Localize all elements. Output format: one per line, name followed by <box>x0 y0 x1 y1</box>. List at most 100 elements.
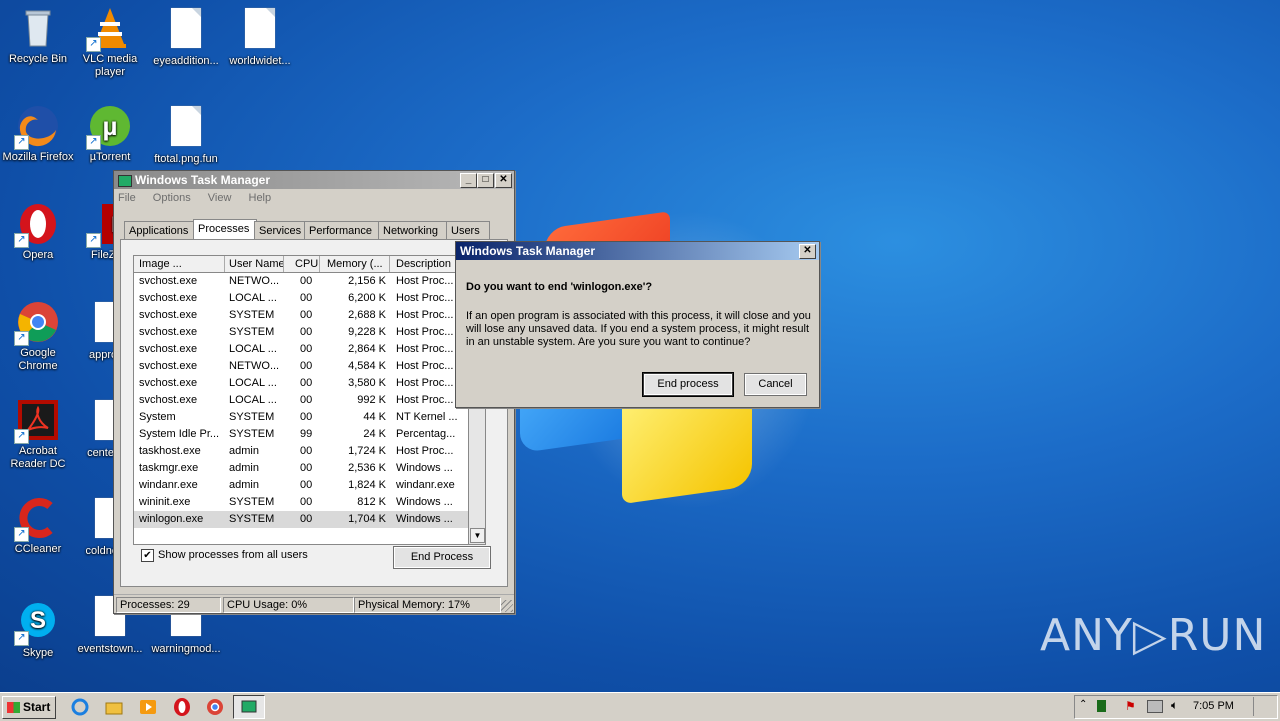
table-row[interactable]: svchost.exe SYSTEM 00 2,688 K Host Proc... <box>134 307 468 324</box>
table-row[interactable]: svchost.exe LOCAL ... 00 992 K Host Proc... <box>134 392 468 409</box>
task-manager-taskbar-button[interactable] <box>233 695 265 719</box>
desktop-icon-eyeaddition[interactable]: eyeaddition... <box>148 6 224 68</box>
dialog-close-icon[interactable]: ✕ <box>799 244 816 259</box>
start-label: Start <box>23 700 51 714</box>
column-memory[interactable]: Memory (... <box>322 256 390 272</box>
table-row[interactable]: svchost.exe NETWO... 00 2,156 K Host Proc... <box>134 273 468 290</box>
desktop-icon-ftotal[interactable]: ftotal.png.fun <box>148 104 224 166</box>
cell-desc: Host Proc... <box>396 275 454 287</box>
menu-file[interactable]: File <box>118 192 136 204</box>
tab-users[interactable]: Users <box>446 221 490 240</box>
status-memory: Physical Memory: 17% <box>354 597 501 613</box>
cell-mem: 2,156 K <box>348 275 386 287</box>
svg-text:µ: µ <box>103 111 118 141</box>
opera-icon: ↗ <box>14 202 60 248</box>
table-row[interactable]: taskmgr.exe admin 00 2,536 K Windows ... <box>134 460 468 477</box>
desktop-icon-label: Mozilla Firefox <box>2 151 74 163</box>
desktop-icon-skype[interactable]: S ↗ Skype <box>0 600 76 660</box>
desktop-icon-label: warningmod... <box>151 643 221 655</box>
menu-help[interactable]: Help <box>249 192 272 204</box>
cell-user: SYSTEM <box>229 496 275 508</box>
explorer-folder-icon[interactable] <box>104 697 124 717</box>
ccleaner-icon: ↗ <box>14 496 60 542</box>
tab-performance[interactable]: Performance <box>304 221 381 240</box>
table-row[interactable]: winlogon.exe SYSTEM 00 1,704 K Windows ... <box>134 511 468 528</box>
chrome-icon: ↗ <box>14 300 60 346</box>
tab-processes[interactable]: Processes <box>193 219 257 240</box>
dialog-titlebar[interactable]: Windows Task Manager ✕ <box>456 242 819 260</box>
minimize-button[interactable]: _ <box>460 173 477 188</box>
tab-services[interactable]: Services <box>254 221 308 240</box>
cell-desc: Host Proc... <box>396 377 454 389</box>
tab-networking[interactable]: Networking <box>378 221 448 240</box>
table-row[interactable]: svchost.exe NETWO... 00 4,584 K Host Proc... <box>134 358 468 375</box>
table-row[interactable]: wininit.exe SYSTEM 00 812 K Windows ... <box>134 494 468 511</box>
table-row[interactable]: System Idle Pr... SYSTEM 99 24 K Percentag..… <box>134 426 468 443</box>
column-user-name[interactable]: User Name <box>224 256 284 272</box>
cell-image: svchost.exe <box>139 309 198 321</box>
column-cpu[interactable]: CPU <box>290 256 320 272</box>
close-button[interactable]: ✕ <box>495 173 512 188</box>
cell-mem: 2,864 K <box>348 343 386 355</box>
desktop-icon-vlc[interactable]: ↗ VLC media player <box>72 6 148 79</box>
action-center-flag-icon[interactable]: ⚑ <box>1125 699 1136 713</box>
desktop-icon-firefox[interactable]: ↗ Mozilla Firefox <box>0 104 76 164</box>
ie-icon[interactable] <box>70 697 90 717</box>
desktop-icon-recycle-bin[interactable]: Recycle Bin <box>0 6 76 66</box>
cell-image: svchost.exe <box>139 326 198 338</box>
desktop-icon-ccleaner[interactable]: ↗ CCleaner <box>0 496 76 556</box>
table-row[interactable]: svchost.exe SYSTEM 00 9,228 K Host Proc... <box>134 324 468 341</box>
show-hidden-icons-icon[interactable]: ⌃ <box>1079 699 1087 710</box>
table-row[interactable]: taskhost.exe admin 00 1,724 K Host Proc... <box>134 443 468 460</box>
cell-mem: 44 K <box>363 411 386 423</box>
show-all-users-checkbox[interactable]: ✔ <box>141 549 154 562</box>
cancel-button[interactable]: Cancel <box>744 373 807 396</box>
desktop-icon-worldwidet[interactable]: worldwidet... <box>222 6 298 68</box>
opera-taskbar-icon[interactable] <box>172 697 192 717</box>
cell-cpu: 00 <box>300 292 313 304</box>
menu-view[interactable]: View <box>208 192 232 204</box>
volume-icon[interactable]: 🔈︎ <box>1171 698 1178 713</box>
scroll-down-arrow-icon[interactable]: ▼ <box>470 528 485 543</box>
cell-image: svchost.exe <box>139 275 198 287</box>
show-desktop-button[interactable] <box>1253 697 1274 716</box>
chrome-taskbar-icon[interactable] <box>205 697 225 717</box>
menu-options[interactable]: Options <box>153 192 191 204</box>
column-image-name[interactable]: Image ... <box>134 256 225 272</box>
process-list[interactable]: Image ... User Name CPU Memory (... Desc… <box>133 255 469 545</box>
cell-mem: 1,704 K <box>348 513 386 525</box>
desktop-icon-chrome[interactable]: ↗ Google Chrome <box>0 300 76 373</box>
table-row[interactable]: svchost.exe LOCAL ... 00 3,580 K Host Proc..… <box>134 375 468 392</box>
desktop-icon-utorrent[interactable]: µ ↗ µTorrent <box>72 104 148 164</box>
table-row[interactable]: windanr.exe admin 00 1,824 K windanr.exe <box>134 477 468 494</box>
table-row[interactable]: System SYSTEM 00 44 K NT Kernel ... <box>134 409 468 426</box>
cell-desc: Host Proc... <box>396 445 454 457</box>
maximize-button[interactable]: □ <box>477 173 494 188</box>
media-player-icon[interactable] <box>138 697 158 717</box>
network-icon[interactable] <box>1147 700 1163 713</box>
cell-cpu: 00 <box>300 394 313 406</box>
desktop-icon-acrobat[interactable]: ↗ Acrobat Reader DC <box>0 398 76 471</box>
document-icon <box>171 106 201 146</box>
cell-user: SYSTEM <box>229 326 275 338</box>
table-row[interactable]: svchost.exe LOCAL ... 00 2,864 K Host Proc..… <box>134 341 468 358</box>
cell-desc: windanr.exe <box>396 479 455 491</box>
table-row[interactable]: svchost.exe LOCAL ... 00 6,200 K Host Proc..… <box>134 290 468 307</box>
confirm-end-process-button[interactable]: End process <box>643 373 733 396</box>
cell-mem: 2,688 K <box>348 309 386 321</box>
cell-user: admin <box>229 462 259 474</box>
task-manager-titlebar[interactable]: Windows Task Manager _ □ ✕ <box>114 171 514 189</box>
cell-user: SYSTEM <box>229 513 275 525</box>
tab-applications[interactable]: Applications <box>124 221 196 240</box>
end-process-button[interactable]: End Process <box>393 546 491 569</box>
resize-grip-icon[interactable] <box>501 600 513 612</box>
cell-user: admin <box>229 445 259 457</box>
start-button[interactable]: Start <box>2 696 56 719</box>
dialog-title: Windows Task Manager <box>460 244 596 258</box>
tray-app-icon[interactable] <box>1097 700 1106 712</box>
desktop-icon-opera[interactable]: ↗ Opera <box>0 202 76 262</box>
desktop-icon-label: Recycle Bin <box>8 53 68 65</box>
clock-time[interactable]: 7:05 PM <box>1193 700 1234 712</box>
cell-cpu: 00 <box>300 360 313 372</box>
cell-mem: 9,228 K <box>348 326 386 338</box>
